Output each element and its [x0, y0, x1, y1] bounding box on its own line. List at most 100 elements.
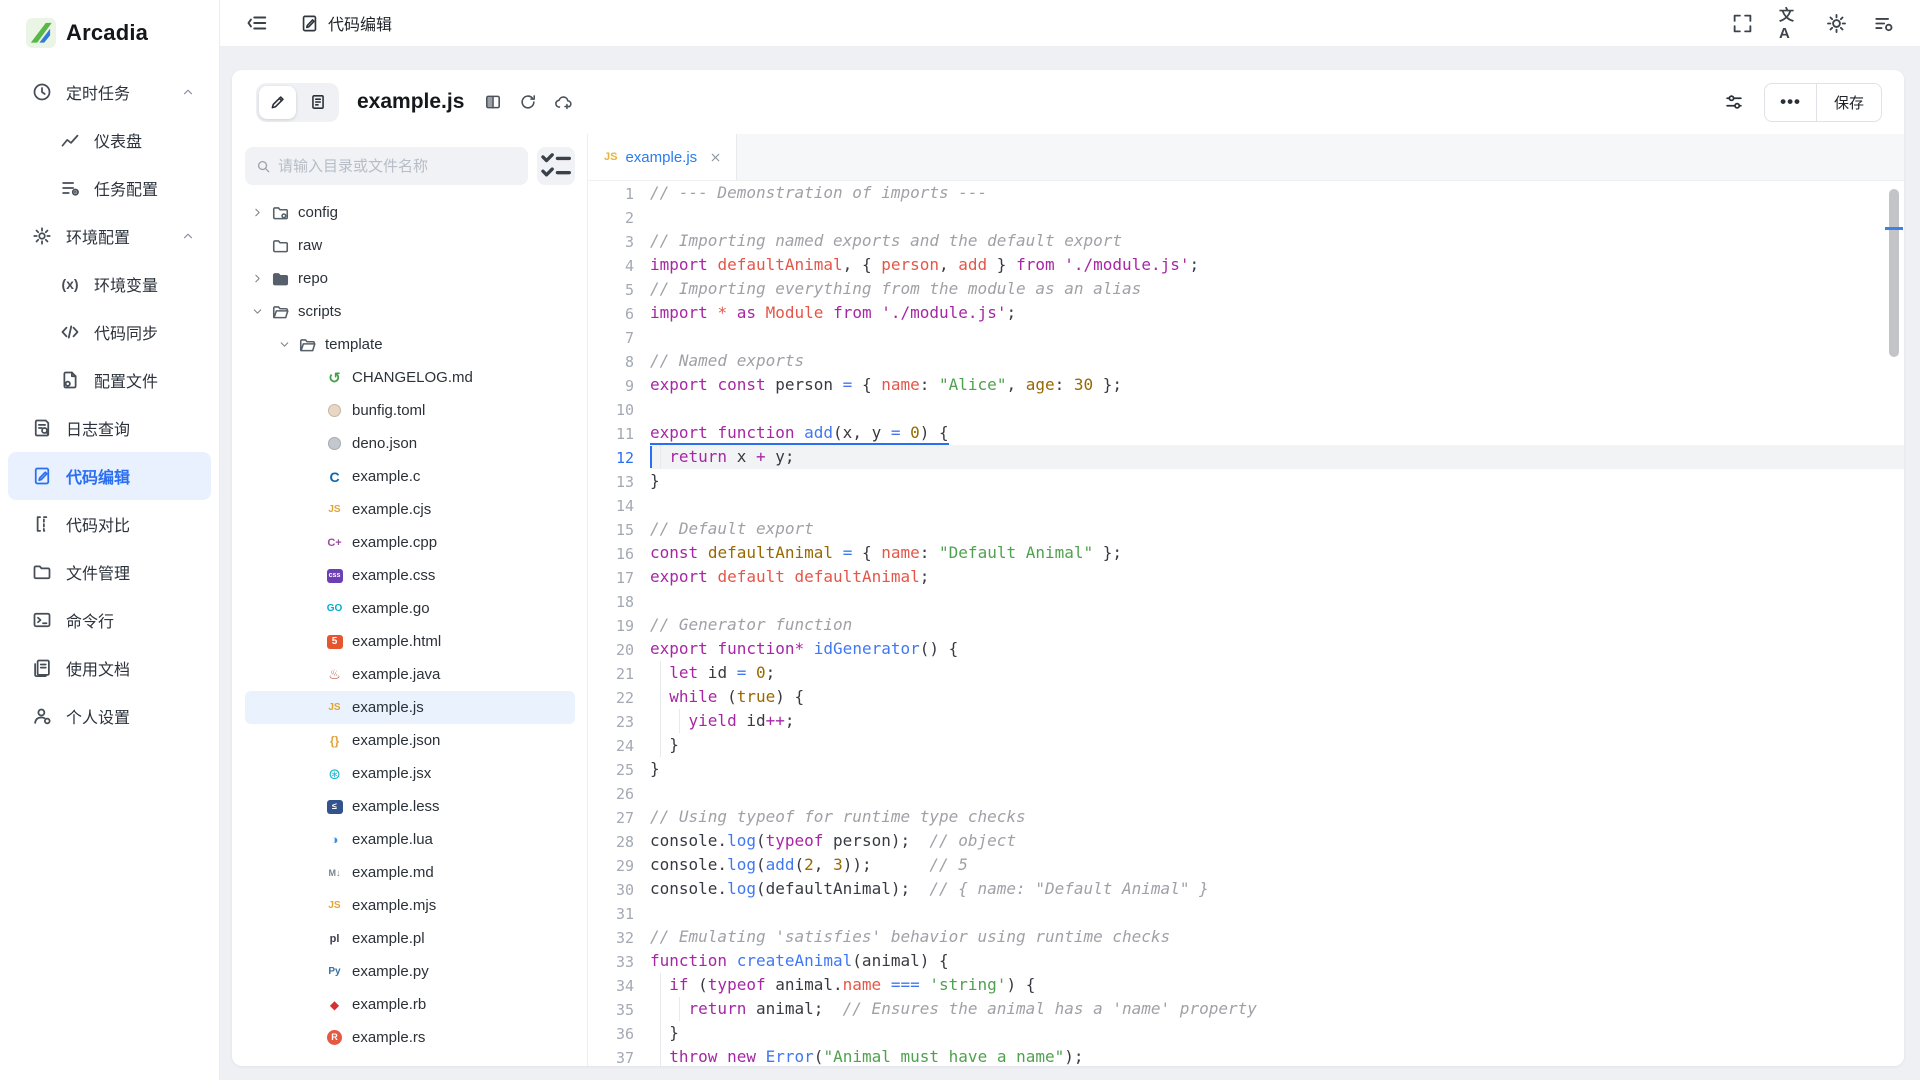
tree-indent-spacer: [305, 932, 323, 946]
collapse-sidebar-icon[interactable]: [246, 12, 268, 34]
var-x-icon: (x): [60, 274, 80, 294]
layout-settings-icon[interactable]: [1873, 13, 1894, 34]
tree-item-example.less[interactable]: ≤example.less: [245, 790, 575, 823]
tree-item-example.go[interactable]: GOexample.go: [245, 592, 575, 625]
tree-item-example.java[interactable]: ♨example.java: [245, 658, 575, 691]
tree-item-example.cjs[interactable]: JSexample.cjs: [245, 493, 575, 526]
line-number: 2: [588, 205, 634, 229]
language-icon[interactable]: 文A: [1779, 13, 1800, 34]
sidebar-item-dashboard[interactable]: 仪表盘: [8, 116, 211, 164]
tree-item-repo[interactable]: repo: [245, 262, 575, 295]
sidebar-item-scheduled-tasks[interactable]: 定时任务: [8, 68, 211, 116]
chevron-up-icon[interactable]: [181, 85, 195, 99]
tree-item-template[interactable]: template: [245, 328, 575, 361]
file-search-box: [245, 147, 528, 185]
edit-mode-button[interactable]: [259, 86, 296, 119]
chevron-up-icon[interactable]: [181, 229, 195, 243]
chevron-down-icon[interactable]: [278, 338, 296, 352]
chevron-down-icon[interactable]: [251, 305, 269, 319]
tree-indent-spacer: [305, 371, 323, 385]
sidebar-item-code-sync[interactable]: 代码同步: [8, 308, 211, 356]
tree-item-example.c[interactable]: Cexample.c: [245, 460, 575, 493]
line-number: 36: [588, 1021, 634, 1045]
code-line-28: 28console.log(typeof person); // object: [588, 829, 1904, 853]
tree-indent-spacer: [305, 569, 323, 583]
tree-item-example.rb[interactable]: ◆example.rb: [245, 988, 575, 1021]
close-tab-icon[interactable]: [709, 151, 722, 164]
editor-tab-example-js[interactable]: JS example.js: [588, 134, 737, 180]
file-search-input[interactable]: [278, 158, 517, 175]
chevron-right-icon[interactable]: [251, 272, 269, 286]
tree-item-example.mjs[interactable]: JSexample.mjs: [245, 889, 575, 922]
code-line-content: while (true) {: [650, 685, 1904, 709]
tree-item-example.jsx[interactable]: ⊛example.jsx: [245, 757, 575, 790]
tree-item-bunfig.toml[interactable]: bunfig.toml: [245, 394, 575, 427]
sidebar-item-code-diff[interactable]: 代码对比: [8, 500, 211, 548]
indent-guide: [660, 733, 661, 757]
code-line-content: const defaultAnimal = { name: "Default A…: [650, 541, 1904, 565]
code-line-4: 4import defaultAnimal, { person, add } f…: [588, 253, 1904, 277]
file-type-icon: C: [325, 468, 344, 486]
sidebar-item-log-query[interactable]: 日志查询: [8, 404, 211, 452]
tree-item-example.py[interactable]: Pyexample.py: [245, 955, 575, 988]
code-line-content: console.log(defaultAnimal); // { name: "…: [650, 877, 1904, 901]
sidebar-item-env-vars[interactable]: (x)环境变量: [8, 260, 211, 308]
sidebar-item-terminal[interactable]: 命令行: [8, 596, 211, 644]
tree-item-example.md[interactable]: M↓example.md: [245, 856, 575, 889]
sidebar-item-env-config[interactable]: 环境配置: [8, 212, 211, 260]
code-line-32: 32// Emulating 'satisfies' behavior usin…: [588, 925, 1904, 949]
code-line-content: // Importing everything from the module …: [650, 277, 1904, 301]
tree-item-example.pl[interactable]: plexample.pl: [245, 922, 575, 955]
tree-item-label: example.go: [352, 600, 430, 617]
save-button[interactable]: 保存: [1817, 84, 1881, 121]
tree-item-example.cpp[interactable]: C+example.cpp: [245, 526, 575, 559]
tree-item-deno.json[interactable]: deno.json: [245, 427, 575, 460]
tree-item-example.js[interactable]: JSexample.js: [245, 691, 575, 724]
code-line-26: 26: [588, 781, 1904, 805]
more-button[interactable]: •••: [1765, 84, 1817, 121]
code-line-content: export const person = { name: "Alice", a…: [650, 373, 1904, 397]
code-line-content: // --- Demonstration of imports ---: [650, 181, 1904, 205]
chart-icon: [60, 130, 80, 150]
theme-icon[interactable]: [1826, 13, 1847, 34]
tree-item-example.html[interactable]: 5example.html: [245, 625, 575, 658]
line-number: 31: [588, 901, 634, 925]
line-number: 7: [588, 325, 634, 349]
code-editor[interactable]: 1// --- Demonstration of imports ---23//…: [588, 181, 1904, 1066]
file-type-icon: [325, 435, 344, 453]
editor-settings-icon[interactable]: [1724, 92, 1744, 112]
sidebar-item-config-files[interactable]: 配置文件: [8, 356, 211, 404]
code-line-25: 25}: [588, 757, 1904, 781]
sidebar-item-task-config[interactable]: 任务配置: [8, 164, 211, 212]
tree-indent-spacer: [305, 767, 323, 781]
editor-tab-label: example.js: [625, 149, 697, 166]
code-line-content: import defaultAnimal, { person, add } fr…: [650, 253, 1904, 277]
split-view-icon[interactable]: [484, 93, 502, 111]
fullscreen-icon[interactable]: [1732, 13, 1753, 34]
code-line-content: [650, 589, 1904, 613]
tree-item-label: example.js: [352, 699, 424, 716]
tree-indent-spacer: [305, 965, 323, 979]
script-mode-button[interactable]: [299, 86, 336, 119]
page-tab-code-edit[interactable]: 代码编辑: [300, 11, 392, 35]
tree-item-example.json[interactable]: {}example.json: [245, 724, 575, 757]
tree-filter-button[interactable]: [537, 147, 575, 185]
sidebar-item-profile[interactable]: 个人设置: [8, 692, 211, 740]
terminal-icon: [32, 610, 52, 630]
sidebar-item-user-docs[interactable]: 使用文档: [8, 644, 211, 692]
tree-item-scripts[interactable]: scripts: [245, 295, 575, 328]
refresh-icon[interactable]: [519, 93, 537, 111]
header-tools: [484, 93, 572, 111]
tree-item-example.css[interactable]: cssexample.css: [245, 559, 575, 592]
cloud-upload-icon[interactable]: [554, 93, 572, 111]
sidebar-item-code-edit[interactable]: 代码编辑: [8, 452, 211, 500]
code-line-content: console.log(typeof person); // object: [650, 829, 1904, 853]
chevron-right-icon[interactable]: [251, 206, 269, 220]
line-number: 21: [588, 661, 634, 685]
tree-item-example.rs[interactable]: Rexample.rs: [245, 1021, 575, 1054]
tree-item-CHANGELOG.md[interactable]: ↺CHANGELOG.md: [245, 361, 575, 394]
tree-item-example.lua[interactable]: ◑example.lua: [245, 823, 575, 856]
tree-item-config[interactable]: config: [245, 196, 575, 229]
tree-item-raw[interactable]: raw: [245, 229, 575, 262]
sidebar-item-file-manage[interactable]: 文件管理: [8, 548, 211, 596]
